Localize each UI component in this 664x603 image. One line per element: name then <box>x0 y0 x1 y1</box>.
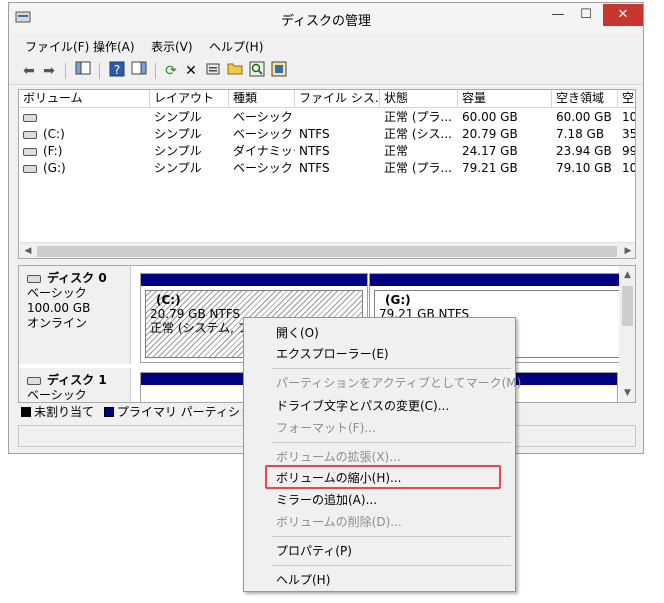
legend-unallocated-swatch <box>21 407 31 417</box>
menu-item-open[interactable]: 開く(O) <box>276 324 319 342</box>
disk-0-size: 100.00 GB <box>27 301 91 315</box>
console-tree-icon[interactable] <box>73 61 93 81</box>
toolbar-separator <box>155 63 156 79</box>
menu-item-delete-volume: ボリュームの削除(D)... <box>276 515 402 529</box>
menu-separator <box>272 442 511 443</box>
vertical-scrollbar[interactable]: ▲ ▼ <box>619 266 635 402</box>
column-header-layout[interactable]: レイアウト <box>150 90 229 108</box>
properties-pane-icon[interactable] <box>129 61 149 81</box>
menu-action[interactable]: 操作(A) <box>93 38 135 55</box>
menu-file[interactable]: ファイル(F) <box>25 38 89 55</box>
partition-bar <box>370 274 627 286</box>
scroll-right-icon[interactable]: ▶ <box>621 245 635 258</box>
menu-item-add-mirror[interactable]: ミラーの追加(A)... <box>276 491 377 509</box>
horizontal-scrollbar[interactable]: ◀ ▶ <box>19 242 635 258</box>
svg-text:?: ? <box>114 63 120 77</box>
menu-separator <box>272 565 511 566</box>
disk-1-info[interactable]: ディスク 1 ベーシック <box>19 368 131 402</box>
menu-item-format: フォーマット(F)... <box>276 421 376 435</box>
close-button[interactable]: ✕ <box>603 4 643 26</box>
disk-1-name: ディスク 1 <box>47 373 107 387</box>
scroll-thumb[interactable] <box>622 286 633 326</box>
disk-icon <box>27 275 41 283</box>
disk-0-type: ベーシック <box>27 286 87 300</box>
maximize-button[interactable]: ☐ <box>573 4 599 26</box>
disk-0-name: ディスク 0 <box>47 271 107 285</box>
scroll-thumb[interactable] <box>37 246 617 257</box>
disk-icon[interactable] <box>269 61 289 81</box>
partition-bar <box>141 274 367 286</box>
help-icon[interactable]: ? <box>107 61 127 81</box>
menu-bar: ファイル(F) 操作(A) 表示(V) ヘルプ(H) <box>9 35 643 55</box>
menu-item-mark-active: パーティションをアクティブとしてマーク(M) <box>276 376 522 390</box>
volume-icon <box>23 148 37 156</box>
volume-icon <box>23 165 37 173</box>
menu-item-properties[interactable]: プロパティ(P) <box>276 542 352 560</box>
menu-separator <box>272 536 511 537</box>
disk-0-status: オンライン <box>27 316 88 330</box>
menu-item-explore[interactable]: エクスプローラー(E) <box>276 345 389 363</box>
menu-view[interactable]: 表示(V) <box>151 38 193 55</box>
properties-icon[interactable] <box>203 61 223 81</box>
column-header-capacity[interactable]: 容量 <box>458 90 552 108</box>
disk-icon <box>27 377 41 385</box>
disk-0-info[interactable]: ディスク 0 ベーシック 100.00 GB オンライン <box>19 266 131 364</box>
delete-icon[interactable]: ✕ <box>181 61 201 81</box>
column-header-type[interactable]: 種類 <box>229 90 295 108</box>
column-header-status[interactable]: 状態 <box>380 90 458 108</box>
scroll-left-icon[interactable]: ◀ <box>21 245 35 258</box>
menu-item-change-drive-letter[interactable]: ドライブ文字とパスの変更(C)... <box>276 397 449 415</box>
toolbar: ⬅ ➡ ? ⟳ ✕ <box>9 57 643 85</box>
legend-primary-swatch <box>103 407 114 417</box>
volume-list: ボリューム レイアウト 種類 ファイル シス... 状態 容量 空き領域 空き … <box>18 89 636 259</box>
context-menu: 開く(O) エクスプローラー(E) パーティションをアクティブとしてマーク(M)… <box>243 317 521 592</box>
column-header-free-space[interactable]: 空き領域 <box>552 90 618 108</box>
back-icon[interactable]: ⬅ <box>19 61 39 81</box>
shrink-volume-highlight <box>265 465 501 489</box>
partition-g-label: (G:) <box>385 293 411 307</box>
column-header-volume[interactable]: ボリューム <box>19 90 150 108</box>
column-header-filesystem[interactable]: ファイル シス... <box>295 90 380 108</box>
menu-item-help[interactable]: ヘルプ(H) <box>276 571 330 589</box>
menu-item-extend-volume: ボリュームの拡張(X)... <box>276 450 401 464</box>
title-bar: ディスクの管理 — ☐ ✕ <box>9 3 643 33</box>
volume-icon <box>23 131 37 139</box>
menu-help[interactable]: ヘルプ(H) <box>209 38 263 55</box>
find-icon[interactable] <box>247 61 267 81</box>
scroll-down-icon[interactable]: ▼ <box>621 386 634 400</box>
forward-icon[interactable]: ➡ <box>39 61 59 81</box>
toolbar-separator <box>99 63 100 79</box>
disk-1-type: ベーシック <box>27 388 87 402</box>
open-folder-icon[interactable] <box>225 61 245 81</box>
legend-primary-label: プライマリ パーティション <box>116 405 264 419</box>
refresh-icon[interactable]: ⟳ <box>161 61 181 81</box>
legend-unallocated-label: 未割り当て <box>34 405 95 419</box>
minimize-button[interactable]: — <box>545 4 571 26</box>
scroll-up-icon[interactable]: ▲ <box>621 268 634 282</box>
menu-separator <box>272 368 511 369</box>
volume-icon <box>23 114 37 122</box>
column-header-percent-free[interactable]: 空き <box>618 90 635 108</box>
partition-c-label: (C:) <box>156 293 181 307</box>
toolbar-separator <box>65 63 66 79</box>
